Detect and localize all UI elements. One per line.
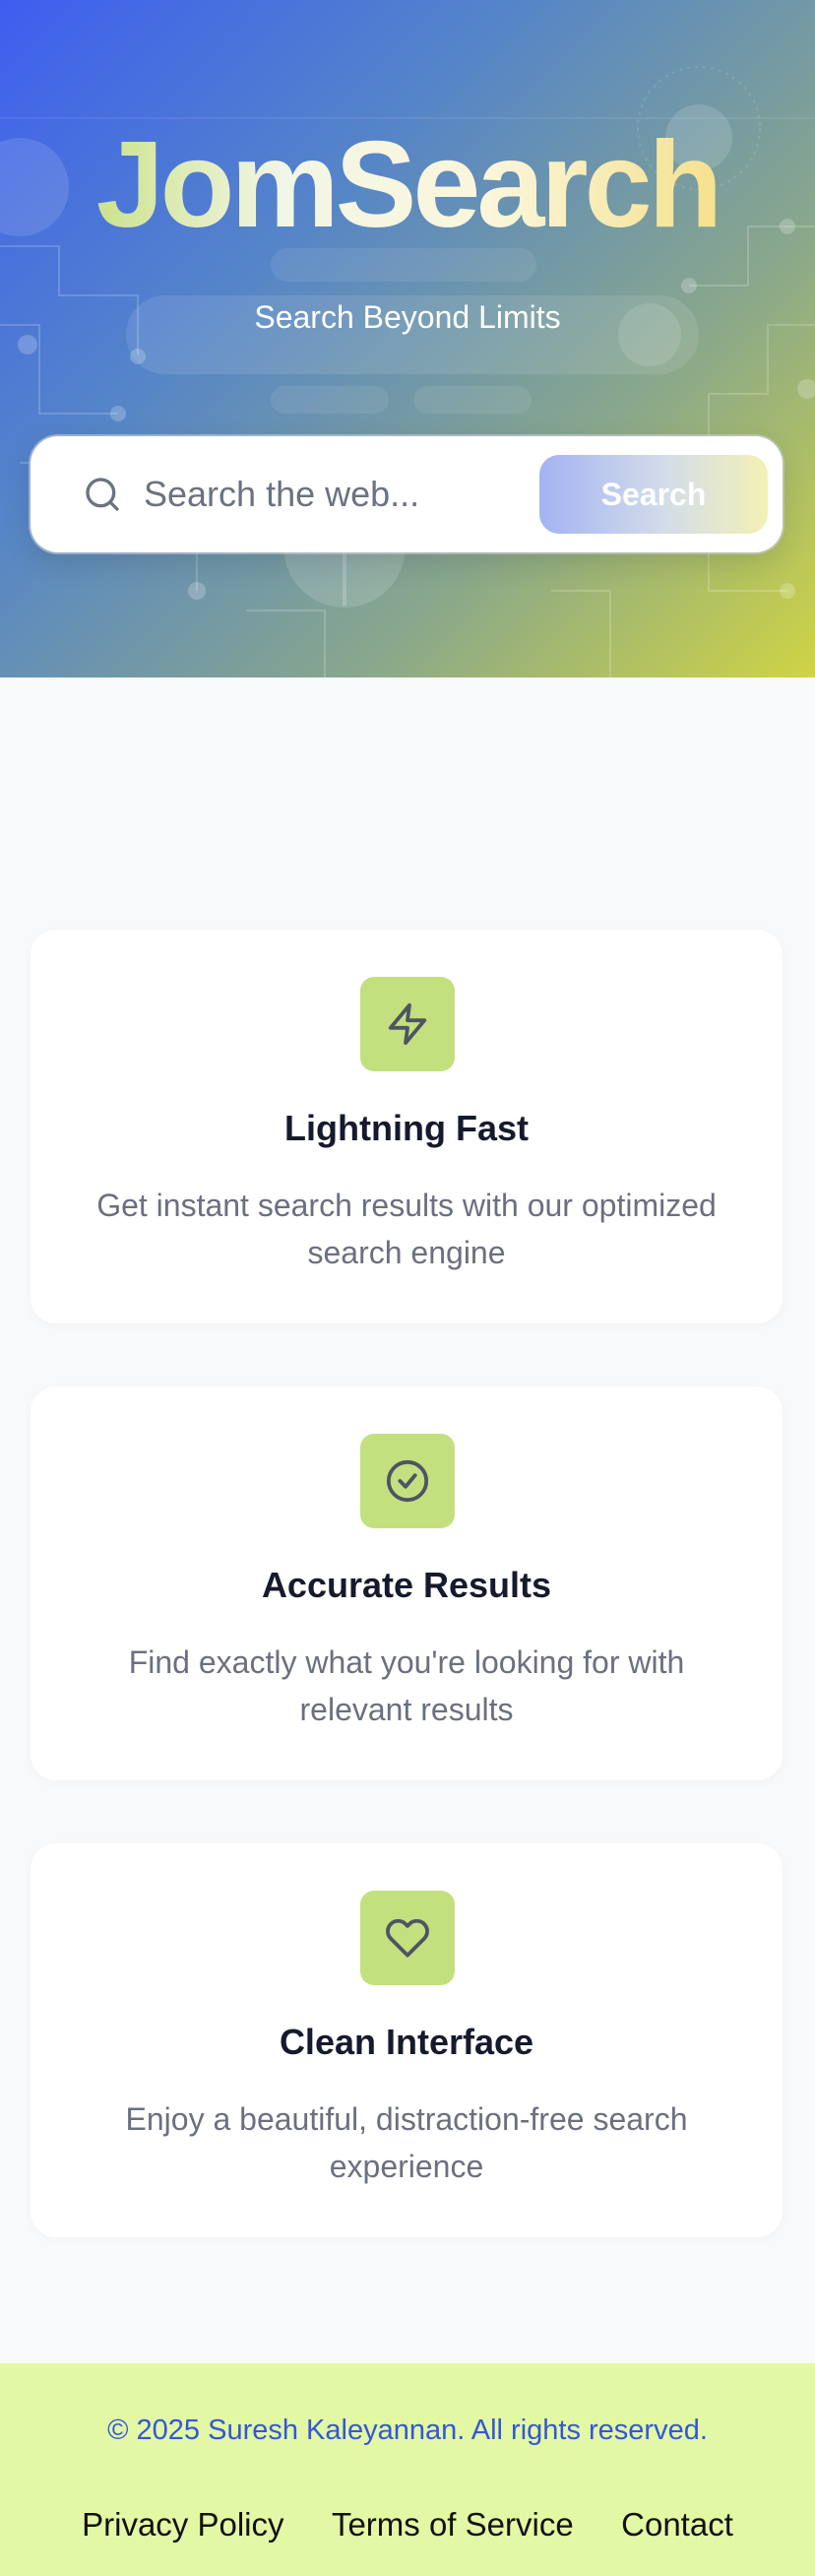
feature-card-accurate-results: Accurate Results Find exactly what you'r… — [31, 1386, 783, 1780]
feature-description: Get instant search results with our opti… — [96, 1188, 717, 1270]
tagline: Search Beyond Limits — [254, 299, 561, 335]
feature-description: Find exactly what you're looking for wit… — [128, 1644, 685, 1727]
hero-section: JomSearch Search Beyond Limits Search — [0, 0, 815, 677]
check-circle-icon — [360, 1434, 455, 1528]
terms-of-service-link[interactable]: Terms of Service — [332, 2506, 574, 2543]
feature-title: Lightning Fast — [284, 1108, 529, 1148]
search-button[interactable]: Search — [539, 455, 768, 534]
brand-logo-text: JomSearch — [0, 116, 815, 254]
footer: © 2025 Suresh Kaleyannan. All rights res… — [0, 2363, 815, 2576]
footer-nav: Privacy Policy Terms of Service Contact — [0, 2505, 815, 2544]
copyright-text: © 2025 Suresh Kaleyannan. All rights res… — [107, 2415, 708, 2446]
feature-title: Clean Interface — [279, 2022, 534, 2062]
search-icon — [83, 475, 122, 514]
search-input[interactable] — [144, 465, 537, 524]
feature-title: Accurate Results — [261, 1565, 552, 1605]
feature-description: Enjoy a beautiful, distraction-free sear… — [125, 2101, 688, 2184]
search-form: Search — [31, 436, 783, 552]
feature-card-lightning-fast: Lightning Fast Get instant search result… — [31, 930, 783, 1323]
hero-background-illustration — [0, 0, 815, 677]
privacy-policy-link[interactable]: Privacy Policy — [82, 2506, 283, 2543]
contact-link[interactable]: Contact — [621, 2506, 733, 2543]
heart-icon — [360, 1891, 455, 1985]
feature-card-clean-interface: Clean Interface Enjoy a beautiful, distr… — [31, 1843, 783, 2237]
lightning-icon — [360, 977, 455, 1071]
